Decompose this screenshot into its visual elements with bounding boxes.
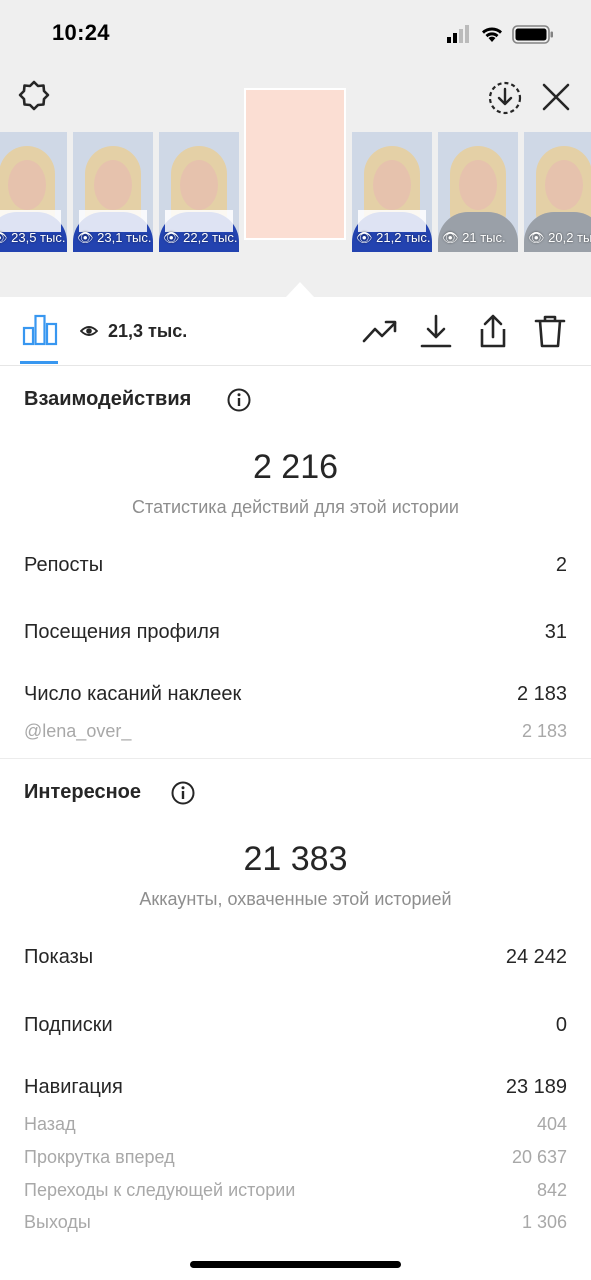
follows-value: 0 — [555, 1014, 567, 1036]
interactions-title: Взаимодействия — [24, 388, 192, 410]
story-thumbnails: 👁︎ 23,5 тыс. 👁︎ 23,1 тыс. 👁︎ 22,2 тыс. 👁… — [0, 90, 591, 252]
impressions-value: 24 242 — [505, 946, 567, 968]
status-time: 10:24 — [52, 20, 110, 45]
section-divider — [0, 758, 591, 759]
reposts-value: 2 — [555, 554, 567, 576]
impressions-label: Показы — [24, 946, 94, 968]
thumbnail-views: 👁︎ 21 тыс. — [442, 230, 506, 245]
sticker-taps-value: 2 183 — [516, 683, 567, 705]
story-thumbnail[interactable]: 👁︎ 22,2 тыс. — [159, 132, 239, 252]
status-bar: 10:24 — [0, 0, 591, 66]
discovery-title: Интересное — [24, 781, 141, 803]
thumbnail-views: 👁︎ 22,2 тыс. — [163, 230, 238, 245]
delete-trash-icon[interactable] — [532, 313, 568, 349]
active-tab-indicator — [20, 361, 58, 364]
discovery-caption: Аккаунты, охваченные этой историей — [139, 889, 452, 909]
thumbnail-views: 👁︎ 23,1 тыс. — [77, 230, 152, 245]
story-thumbnail[interactable]: 👁︎ 21,2 тыс. — [352, 132, 432, 252]
reposts-label: Репосты — [24, 554, 104, 576]
battery-icon — [512, 25, 553, 44]
thumbnail-views: 👁︎ 20,2 тыс. — [528, 230, 591, 245]
eye-icon — [80, 326, 98, 336]
insights-bar-chart-icon[interactable] — [22, 314, 58, 346]
back-label: Назад — [24, 1114, 76, 1134]
next-story-value: 842 — [536, 1180, 567, 1200]
story-toolbar: 21,3 тыс. — [0, 297, 591, 366]
story-thumbnail[interactable]: 👁︎ 21 тыс. — [438, 132, 518, 252]
wifi-icon — [482, 27, 502, 42]
next-story-label: Переходы к следующей истории — [24, 1180, 296, 1200]
download-icon[interactable] — [418, 313, 454, 349]
story-thumbnail[interactable]: 👁︎ 20,2 тыс. — [524, 132, 591, 252]
navigation-label: Навигация — [24, 1076, 123, 1098]
story-thumbnail[interactable]: 👁︎ 23,1 тыс. — [73, 132, 153, 252]
current-story-thumbnail[interactable] — [246, 90, 344, 238]
settings-icon[interactable] — [16, 80, 52, 116]
story-thumbnail[interactable]: 👁︎ 23,5 тыс. — [0, 132, 67, 252]
selected-story-pointer — [286, 282, 314, 297]
close-icon[interactable] — [540, 81, 572, 113]
home-indicator — [190, 1261, 401, 1268]
navigation-value: 23 189 — [505, 1076, 567, 1098]
thumbnail-views: 👁︎ 21,2 тыс. — [356, 230, 431, 245]
exits-value: 1 306 — [521, 1212, 567, 1232]
status-icons — [447, 25, 553, 44]
promote-trend-icon[interactable] — [362, 313, 398, 349]
thumbnail-views: 👁︎ 23,5 тыс. — [0, 230, 66, 245]
info-icon[interactable] — [171, 781, 195, 805]
save-download-icon[interactable] — [487, 80, 523, 116]
interactions-caption: Статистика действий для этой истории — [132, 497, 459, 517]
back-value: 404 — [536, 1114, 567, 1134]
mention-sticker-label[interactable]: @lena_over_ — [24, 721, 131, 742]
follows-label: Подписки — [24, 1014, 113, 1036]
share-icon[interactable] — [475, 313, 511, 349]
forward-label: Прокрутка вперед — [24, 1147, 175, 1167]
exits-label: Выходы — [24, 1212, 91, 1232]
sticker-taps-label: Число касаний наклеек — [24, 683, 242, 705]
mention-sticker-value: 2 183 — [521, 721, 567, 741]
views-count: 21,3 тыс. — [108, 321, 188, 341]
signal-icon — [447, 25, 469, 43]
forward-value: 20 637 — [511, 1147, 567, 1167]
discovery-total: 21 383 — [243, 840, 348, 878]
profile-visits-label: Посещения профиля — [24, 621, 220, 643]
interactions-total: 2 216 — [252, 448, 339, 486]
profile-visits-value: 31 — [544, 621, 567, 643]
info-icon[interactable] — [227, 388, 251, 412]
